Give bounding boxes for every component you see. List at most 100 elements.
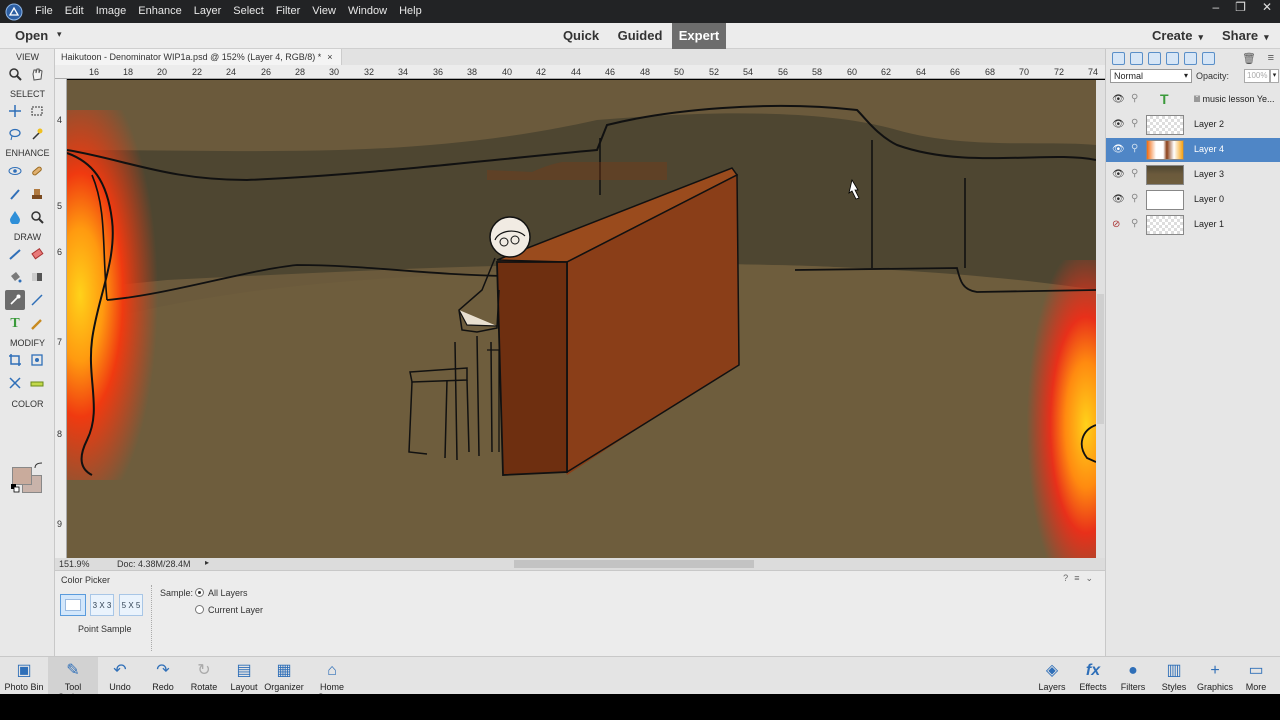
document-canvas[interactable] (67, 80, 1096, 558)
pencil-tool-icon[interactable] (27, 314, 47, 334)
delete-layer-icon[interactable]: 🗑 (1242, 52, 1256, 65)
new-group-icon[interactable] (1130, 52, 1143, 65)
more-button[interactable]: ▭ More (1240, 657, 1272, 695)
layer-row-layer-3[interactable]: 👁 ⚲ Layer 3 (1106, 163, 1280, 187)
sample-all-layers[interactable]: All Layers (195, 588, 248, 598)
layer-row-layer-1[interactable]: ⊘ ⚲ Layer 1 (1106, 213, 1280, 237)
share-button[interactable]: Share ▾ (1222, 28, 1269, 43)
menu-file[interactable]: File (29, 0, 59, 23)
layer-mask-icon[interactable] (1166, 52, 1179, 65)
move-tool-icon[interactable] (5, 101, 25, 121)
visibility-eye-icon[interactable]: 👁 (1112, 119, 1125, 130)
visibility-eye-icon[interactable]: 👁 (1112, 169, 1125, 180)
magic-wand-icon[interactable] (27, 124, 47, 144)
undo-button[interactable]: ↶ Undo (104, 657, 136, 695)
link-icon[interactable]: ⚲ (1131, 218, 1138, 229)
styles-button[interactable]: ▥ Styles (1158, 657, 1190, 695)
organizer-button[interactable]: ▦ Organizer (264, 657, 304, 695)
create-button[interactable]: Create ▾ (1152, 28, 1203, 43)
document-tab[interactable]: Haikutoon - Denominator WIP1a.psd @ 152%… (55, 49, 342, 65)
layers-menu-icon[interactable]: ≡ (1268, 52, 1274, 64)
layer-row-layer-2[interactable]: 👁 ⚲ Layer 2 (1106, 113, 1280, 137)
sponge-tool-icon[interactable] (27, 207, 47, 227)
filters-button[interactable]: ● Filters (1117, 657, 1149, 695)
hand-tool-icon[interactable] (27, 64, 47, 84)
photo-bin-button[interactable]: ▣ Photo Bin (3, 657, 45, 695)
menu-window[interactable]: Window (342, 0, 393, 23)
close-icon[interactable]: ✕ (1262, 0, 1272, 14)
effects-button[interactable]: fx Effects (1076, 657, 1110, 695)
opacity-input[interactable]: 100% (1244, 69, 1270, 83)
menu-select[interactable]: Select (227, 0, 270, 23)
swap-colors-icon[interactable] (34, 462, 43, 471)
layer-row-layer-4[interactable]: 👁 ⚲ Layer 4 (1106, 138, 1280, 162)
content-move-icon[interactable] (5, 373, 25, 393)
zoom-readout[interactable]: 151.9% (59, 559, 90, 569)
tab-guided[interactable]: Guided (614, 23, 666, 49)
sample-5x5-button[interactable]: 5 X 5 (119, 594, 143, 616)
rotate-button[interactable]: ↻ Rotate (186, 657, 222, 695)
vertical-scroll-thumb[interactable] (1097, 294, 1104, 424)
open-button[interactable]: Open (15, 28, 48, 43)
lasso-tool-icon[interactable] (5, 124, 25, 144)
link-icon[interactable]: ⚲ (1131, 118, 1138, 129)
menu-enhance[interactable]: Enhance (132, 0, 187, 23)
restore-icon[interactable]: ❐ (1235, 0, 1246, 14)
status-menu-arrow-icon[interactable]: ▸ (205, 558, 209, 567)
layer-row-text[interactable]: 👁 ⚲ T lil music lesson Ye... (1106, 88, 1280, 112)
point-sample-button[interactable] (60, 594, 86, 616)
visibility-eye-icon[interactable]: 👁 (1112, 94, 1125, 105)
gradient-tool-icon[interactable] (27, 267, 47, 287)
red-eye-icon[interactable] (5, 161, 25, 181)
vertical-scrollbar[interactable] (1096, 80, 1105, 558)
blend-mode-select[interactable]: Normal (1110, 69, 1192, 83)
type-tool-icon[interactable]: T (5, 314, 25, 334)
menu-layer[interactable]: Layer (188, 0, 228, 23)
sample-3x3-button[interactable]: 3 X 3 (90, 594, 114, 616)
home-screen-button[interactable]: ⌂Home Screen (306, 657, 358, 702)
radio-all-layers[interactable] (195, 588, 204, 597)
visibility-eye-icon[interactable]: 👁 (1112, 144, 1125, 155)
opacity-dropdown-icon[interactable]: ▾ (1270, 69, 1279, 83)
menu-filter[interactable]: Filter (270, 0, 306, 23)
menu-image[interactable]: Image (90, 0, 133, 23)
collapse-icon[interactable]: ⌄ (1085, 573, 1093, 584)
new-layer-icon[interactable] (1112, 52, 1125, 65)
graphics-button[interactable]: + Graphics (1196, 657, 1234, 695)
horizontal-scroll-thumb[interactable] (514, 560, 754, 568)
eraser-tool-icon[interactable] (27, 244, 47, 264)
menu-edit[interactable]: Edit (59, 0, 90, 23)
marquee-tool-icon[interactable] (27, 101, 47, 121)
hidden-eye-icon[interactable]: ⊘ (1112, 219, 1120, 230)
smart-brush-icon[interactable] (5, 184, 25, 204)
zoom-tool-icon[interactable] (5, 64, 25, 84)
link-icon[interactable]: ⚲ (1131, 193, 1138, 204)
line-tool-icon[interactable] (27, 290, 47, 310)
sample-current-layer[interactable]: Current Layer (195, 605, 263, 615)
radio-current-layer[interactable] (195, 605, 204, 614)
default-colors-icon[interactable] (11, 484, 20, 493)
adjustment-layer-icon[interactable] (1148, 52, 1161, 65)
layout-button[interactable]: ▤ Layout (228, 657, 260, 695)
link-icon[interactable]: ⚲ (1131, 143, 1138, 154)
help-icon[interactable]: ? (1063, 573, 1068, 584)
eyedropper-tool-icon[interactable] (5, 290, 25, 310)
menu-help[interactable]: Help (393, 0, 428, 23)
brush-tool-icon[interactable] (5, 244, 25, 264)
foreground-color-swatch[interactable] (12, 467, 32, 485)
straighten-tool-icon[interactable] (27, 373, 47, 393)
lock-transparent-icon[interactable] (1202, 52, 1215, 65)
tab-expert[interactable]: Expert (672, 23, 726, 49)
layers-button[interactable]: ◈ Layers (1036, 657, 1068, 695)
blur-tool-icon[interactable] (5, 207, 25, 227)
tool-options-button[interactable]: ✎Tool Options (48, 657, 98, 702)
tab-quick[interactable]: Quick (560, 23, 602, 49)
panel-menu-icon[interactable]: ≡ (1074, 573, 1079, 584)
crop-tool-icon[interactable] (5, 350, 25, 370)
link-icon[interactable]: ⚲ (1131, 168, 1138, 179)
menu-view[interactable]: View (306, 0, 342, 23)
visibility-eye-icon[interactable]: 👁 (1112, 194, 1125, 205)
recompose-tool-icon[interactable] (27, 350, 47, 370)
open-dropdown-icon[interactable]: ▾ (57, 29, 62, 40)
link-icon[interactable]: ⚲ (1131, 93, 1138, 104)
